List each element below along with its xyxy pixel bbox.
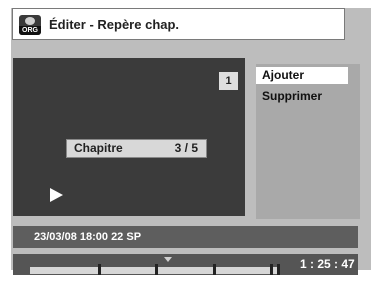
chapter-mark (277, 264, 280, 275)
chapter-mark (270, 264, 273, 275)
recording-info-bar: 23/03/08 18:00 22 SP (13, 226, 358, 248)
org-disc-icon: ORG (19, 15, 41, 35)
chapter-mark (213, 264, 216, 275)
play-icon (50, 188, 63, 202)
page-number: 1 (219, 72, 238, 90)
title-bar: ORG Éditer - Repère chap. (12, 8, 345, 40)
org-icon-label: ORG (19, 26, 41, 35)
menu-item-ajouter[interactable]: Ajouter (256, 67, 348, 84)
menu-item-supprimer[interactable]: Supprimer (256, 88, 348, 105)
chapter-indicator: Chapitre 3 / 5 (66, 139, 207, 158)
chapter-mark (155, 264, 158, 275)
video-preview (13, 58, 245, 216)
page-title: Éditer - Repère chap. (49, 17, 180, 32)
time-counter: 1 : 25 : 47 (300, 257, 355, 271)
recording-info: 23/03/08 18:00 22 SP (34, 231, 142, 243)
chapter-mark (98, 264, 101, 275)
position-cursor-icon (164, 257, 172, 262)
edit-menu: Ajouter Supprimer (256, 64, 360, 219)
chapter-label: Chapitre (74, 141, 123, 155)
chapter-count: 3 / 5 (174, 141, 198, 155)
